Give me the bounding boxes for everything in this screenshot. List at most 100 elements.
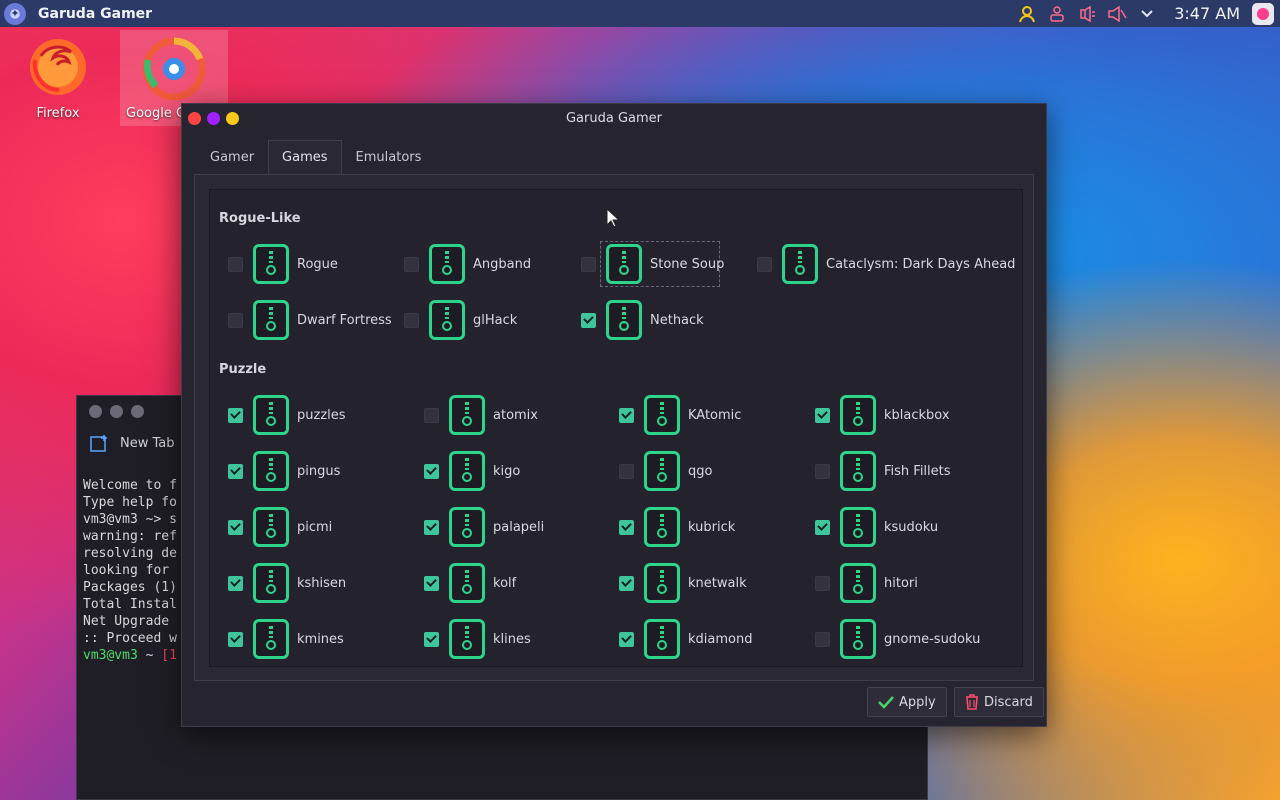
game-name: qgo — [688, 463, 713, 479]
game-icon — [253, 395, 289, 435]
game-checkbox[interactable] — [404, 256, 419, 272]
user-switch-icon[interactable] — [1046, 3, 1068, 25]
minimize-button[interactable] — [226, 111, 239, 125]
game-checkbox[interactable] — [228, 575, 243, 591]
game-checkbox[interactable] — [757, 256, 772, 272]
game-checkbox[interactable] — [815, 519, 830, 535]
game-item[interactable]: kmines — [228, 617, 344, 661]
system-tray: 3:47 AM — [1016, 0, 1280, 27]
game-item[interactable]: Cataclysm: Dark Days Ahead — [757, 242, 1015, 286]
game-item[interactable]: Nethack — [581, 298, 704, 342]
game-item[interactable]: qgo — [619, 449, 712, 493]
maximize-button[interactable] — [207, 111, 220, 125]
game-name: ksudoku — [884, 519, 939, 535]
game-icon — [840, 507, 876, 547]
apply-label: Apply — [899, 694, 936, 710]
game-item[interactable]: Rogue — [228, 242, 338, 286]
game-item[interactable]: kolf — [424, 561, 516, 605]
firefox-icon — [30, 39, 86, 95]
game-checkbox[interactable] — [424, 407, 439, 423]
game-checkbox[interactable] — [228, 256, 243, 272]
game-checkbox[interactable] — [228, 463, 243, 479]
game-checkbox[interactable] — [581, 312, 596, 328]
desktop-icon-label: Firefox — [36, 106, 80, 121]
game-item[interactable]: glHack — [404, 298, 517, 342]
game-checkbox[interactable] — [619, 575, 634, 591]
game-item[interactable]: kigo — [424, 449, 520, 493]
audio-icon[interactable] — [1076, 3, 1098, 25]
game-checkbox[interactable] — [424, 575, 439, 591]
game-item[interactable]: atomix — [424, 393, 538, 437]
desktop-icon-firefox[interactable]: Firefox — [8, 36, 108, 121]
garuda-gamer-window[interactable]: Garuda Gamer Gamer Games Emulators Rogue… — [181, 103, 1047, 727]
game-checkbox[interactable] — [815, 407, 830, 423]
game-icon — [449, 507, 485, 547]
game-checkbox[interactable] — [228, 312, 243, 328]
game-name: pingus — [297, 463, 341, 479]
game-checkbox[interactable] — [815, 575, 830, 591]
games-list-area[interactable]: Rogue-Like Rogue Angband Stone Soup Cata… — [209, 189, 1023, 667]
game-name: atomix — [493, 407, 538, 423]
game-item[interactable]: Dwarf Fortress — [228, 298, 392, 342]
game-icon — [644, 395, 680, 435]
game-item[interactable]: Fish Fillets — [815, 449, 951, 493]
game-name: kolf — [493, 575, 517, 591]
game-name: hitori — [884, 575, 918, 591]
game-item[interactable]: kdiamond — [619, 617, 752, 661]
game-item[interactable]: ksudoku — [815, 505, 938, 549]
game-icon — [253, 244, 289, 284]
game-item[interactable]: kshisen — [228, 561, 346, 605]
chevron-down-icon[interactable] — [1136, 3, 1158, 25]
game-icon — [606, 300, 642, 340]
tab-emulators[interactable]: Emulators — [342, 140, 436, 174]
game-item[interactable]: KAtomic — [619, 393, 741, 437]
game-item[interactable]: klines — [424, 617, 531, 661]
close-button[interactable] — [89, 404, 102, 418]
game-checkbox[interactable] — [424, 463, 439, 479]
maximize-button[interactable] — [131, 404, 144, 418]
game-item[interactable]: palapeli — [424, 505, 544, 549]
game-checkbox[interactable] — [619, 519, 634, 535]
game-item[interactable]: gnome-sudoku — [815, 617, 980, 661]
game-checkbox[interactable] — [404, 312, 419, 328]
game-checkbox[interactable] — [424, 519, 439, 535]
game-item[interactable]: pingus — [228, 449, 340, 493]
window-titlebar[interactable]: Garuda Gamer — [182, 104, 1046, 132]
game-icon — [644, 451, 680, 491]
session-avatar-icon[interactable] — [1252, 2, 1274, 25]
volume-muted-icon[interactable] — [1106, 3, 1128, 25]
game-icon — [449, 451, 485, 491]
game-name: glHack — [473, 312, 518, 328]
game-item[interactable]: knetwalk — [619, 561, 747, 605]
clock[interactable]: 3:47 AM — [1174, 4, 1240, 23]
game-checkbox[interactable] — [581, 256, 596, 272]
game-checkbox[interactable] — [228, 519, 243, 535]
tab-gamer[interactable]: Gamer — [196, 140, 268, 174]
user-icon[interactable] — [1016, 3, 1038, 25]
game-name: kigo — [493, 463, 521, 479]
game-name: kmines — [297, 631, 344, 647]
app-launcher-icon[interactable]: ✦ — [4, 2, 26, 25]
close-button[interactable] — [188, 111, 201, 125]
game-item[interactable]: picmi — [228, 505, 332, 549]
game-checkbox[interactable] — [228, 631, 243, 647]
game-item[interactable]: Angband — [404, 242, 531, 286]
game-checkbox[interactable] — [619, 407, 634, 423]
game-item[interactable]: hitori — [815, 561, 918, 605]
game-checkbox[interactable] — [228, 407, 243, 423]
apply-button[interactable]: Apply — [867, 687, 947, 717]
prompt-path: ~ — [137, 648, 162, 663]
game-name: knetwalk — [688, 575, 747, 591]
game-checkbox[interactable] — [619, 631, 634, 647]
game-item[interactable]: Stone Soup — [581, 242, 724, 286]
game-item[interactable]: kblackbox — [815, 393, 950, 437]
tab-games[interactable]: Games — [268, 140, 342, 174]
game-item[interactable]: kubrick — [619, 505, 735, 549]
minimize-button[interactable] — [110, 404, 123, 418]
game-checkbox[interactable] — [619, 463, 634, 479]
game-checkbox[interactable] — [815, 463, 830, 479]
game-checkbox[interactable] — [424, 631, 439, 647]
game-checkbox[interactable] — [815, 631, 830, 647]
discard-button[interactable]: Discard — [954, 687, 1044, 717]
game-item[interactable]: puzzles — [228, 393, 346, 437]
